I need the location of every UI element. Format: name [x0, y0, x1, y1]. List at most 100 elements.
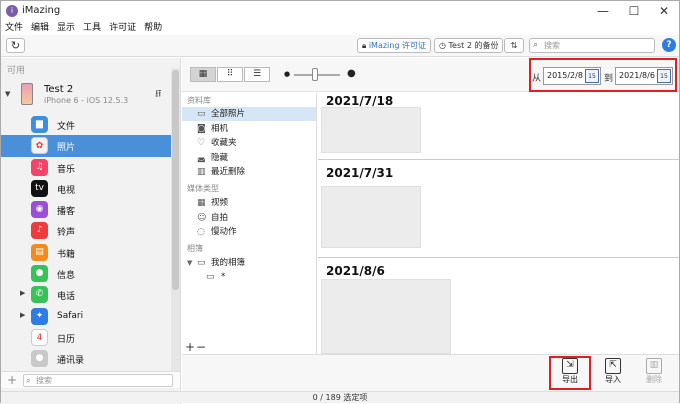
- sidebar-item[interactable]: 4 日历: [1, 327, 171, 348]
- library-item[interactable]: ▥ 最近删除: [182, 165, 316, 179]
- group-divider: [318, 159, 679, 160]
- sidebar-item[interactable]: ▶ ✆ 电话: [1, 284, 171, 305]
- library-item-label: 隐藏: [211, 152, 229, 163]
- library-item[interactable]: ▭ 全部照片: [182, 107, 316, 121]
- sidebar-item-label: 通讯录: [57, 356, 85, 367]
- from-date-field[interactable]: 2015/2/8 15: [543, 67, 601, 85]
- sidebar-item[interactable]: ♫ 音乐: [1, 157, 171, 178]
- sidebar-search-placeholder: 搜索: [36, 376, 52, 385]
- tv-icon: tv: [31, 179, 48, 197]
- maximize-icon[interactable]: ☐: [619, 1, 649, 21]
- menu-file[interactable]: 文件: [5, 21, 23, 35]
- add-album-icon[interactable]: +: [185, 340, 195, 354]
- backup-clock-icon: ◷: [439, 41, 446, 50]
- backup-button[interactable]: ◷ Test 2 的备份: [434, 38, 504, 53]
- sidebar-item[interactable]: ● 信息: [1, 263, 171, 284]
- from-date-value: 2015/2/8: [547, 71, 583, 80]
- heart-icon: ♡: [197, 138, 206, 148]
- license-brand: iMazing: [368, 41, 400, 50]
- close-icon[interactable]: ✕: [649, 1, 679, 21]
- sidebar-item[interactable]: tv 电视: [1, 178, 171, 199]
- sidebar-item-label: 书籍: [57, 249, 76, 260]
- calendar-icon[interactable]: 15: [657, 69, 671, 83]
- folder-icon: ▆: [31, 116, 48, 133]
- menu-view[interactable]: 显示: [57, 21, 75, 35]
- imazing-logo-icon: i: [6, 5, 18, 17]
- license-button[interactable]: 🔒︎ iMazing 许可证: [357, 38, 431, 53]
- contacts-icon: ●: [31, 350, 48, 368]
- sidebar-item[interactable]: ◉ 播客: [1, 199, 171, 220]
- library-item-label: 收藏夹: [211, 138, 237, 148]
- export-icon: ⇲: [562, 358, 578, 374]
- selfie-icon: ☺: [197, 212, 207, 223]
- selection-status: 0 / 189 选定项: [312, 393, 368, 402]
- export-button[interactable]: ⇲ 导出: [553, 358, 587, 385]
- chevron-down-icon[interactable]: ▼: [5, 90, 10, 98]
- view-grid-large-button[interactable]: ▦: [190, 67, 216, 82]
- library-item[interactable]: ♡ 收藏夹: [182, 136, 316, 150]
- sidebar-item[interactable]: ♪ 铃声: [1, 220, 171, 241]
- photo-thumbnail[interactable]: [321, 107, 421, 153]
- menu-help[interactable]: 帮助: [144, 21, 162, 35]
- library-item[interactable]: ◛ 隐藏: [182, 151, 316, 165]
- sidebar-search-input[interactable]: ⌕ 搜索: [23, 374, 173, 387]
- photo-thumbnail[interactable]: [321, 279, 451, 354]
- menu-tools[interactable]: 工具: [83, 21, 101, 35]
- photo-thumbnail[interactable]: [321, 186, 421, 248]
- add-icon[interactable]: +: [7, 373, 17, 387]
- date-header: 2021/7/18: [326, 94, 394, 108]
- sidebar-item[interactable]: ✿ 照片: [1, 135, 171, 157]
- chevron-right-icon[interactable]: ▶: [20, 289, 25, 297]
- to-date-field[interactable]: 2021/8/6 15: [615, 67, 673, 85]
- person-large-icon: ●: [347, 68, 356, 79]
- transfer-button[interactable]: ⇅: [504, 38, 524, 53]
- media-type-item[interactable]: ☺ 自拍: [182, 211, 316, 225]
- remove-album-icon[interactable]: −: [196, 340, 206, 354]
- sidebar-item[interactable]: ▤ 书籍: [1, 242, 171, 263]
- delete-label: 删除: [646, 375, 662, 384]
- sidebar-item[interactable]: ▆ 文件: [1, 114, 171, 135]
- menu-edit[interactable]: 编辑: [31, 21, 49, 35]
- minimize-icon[interactable]: —: [588, 1, 618, 21]
- device-entry[interactable]: ▼ Test 2 iPhone 6 - iOS 12.5.3 ⭿: [1, 79, 171, 109]
- media-type-item[interactable]: ◌ 慢动作: [182, 225, 316, 239]
- sidebar-scrollbar[interactable]: [171, 68, 180, 380]
- transfer-arrows-icon: ⇅: [510, 41, 518, 50]
- media-type-item[interactable]: ▦ 视频: [182, 196, 316, 210]
- media-type-label: 自拍: [211, 212, 229, 223]
- books-icon: ▤: [31, 243, 48, 261]
- sub-album-label: *: [221, 272, 226, 282]
- photos-icon: ✿: [31, 137, 48, 155]
- phone-icon: ✆: [31, 286, 48, 304]
- search-input[interactable]: ⌕ 搜索: [529, 38, 655, 53]
- chevron-down-icon[interactable]: ▼: [187, 256, 192, 270]
- calendar-icon[interactable]: 15: [585, 69, 599, 83]
- media-types-header: 媒体类型: [187, 184, 219, 193]
- sub-album-item[interactable]: ▭ *: [182, 270, 316, 284]
- sidebar-item-label: 日历: [57, 334, 76, 345]
- import-label: 导入: [605, 375, 621, 384]
- view-grid-small-button[interactable]: ⠿: [217, 67, 243, 82]
- sidebar-item[interactable]: ● 通讯录: [1, 348, 171, 369]
- chevron-right-icon[interactable]: ▶: [20, 311, 25, 319]
- title-bar: i iMazing — ☐ ✕: [1, 1, 679, 21]
- sidebar-section-label: 可用: [7, 66, 26, 76]
- date-header: 2021/7/31: [326, 166, 394, 180]
- album-list: 资料库 ▭ 全部照片 ◙ 相机 ♡ 收藏夹 ◛ 隐藏 ▥ 最近删除 媒体类型 ▦ 视频 ☺ 自拍 ◌ 慢动作…: [182, 93, 317, 354]
- delete-button[interactable]: ▥ 删除: [637, 358, 671, 385]
- my-albums-item[interactable]: ▼ ▭ 我的相簿: [182, 256, 316, 270]
- view-list-button[interactable]: ☰: [244, 67, 270, 82]
- menu-bar: 文件 编辑 显示 工具 许可证 帮助: [1, 21, 679, 35]
- library-item[interactable]: ◙ 相机: [182, 122, 316, 136]
- sidebar-item-label: 音乐: [57, 164, 76, 175]
- refresh-button[interactable]: ↻: [6, 38, 25, 53]
- scrollbar-thumb[interactable]: [172, 70, 179, 290]
- trash-icon: ▥: [646, 358, 662, 374]
- menu-license[interactable]: 许可证: [109, 21, 136, 35]
- action-bar: ⇲ 导出 ⇱ 导入 ▥ 删除: [182, 354, 679, 391]
- import-button[interactable]: ⇱ 导入: [596, 358, 630, 385]
- zoom-slider-knob[interactable]: [312, 68, 318, 81]
- album-icon: ▭: [206, 272, 215, 282]
- sidebar-item[interactable]: ▶ ✦ Safari: [1, 306, 171, 327]
- help-button[interactable]: ?: [662, 38, 676, 52]
